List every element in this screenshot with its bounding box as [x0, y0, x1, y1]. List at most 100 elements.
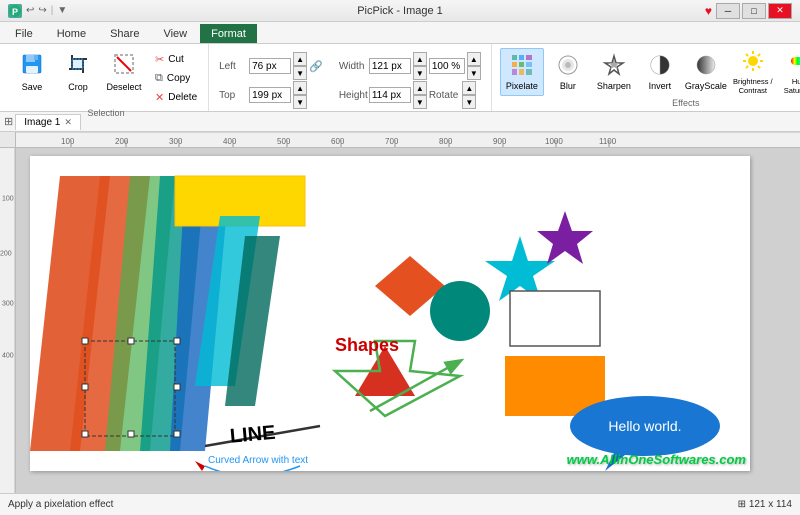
width-label: Width — [339, 61, 367, 72]
size-icon: ⊞ — [738, 499, 746, 510]
top-down-btn[interactable]: ▼ — [293, 95, 307, 109]
undo-btn[interactable]: ↩ — [26, 5, 34, 16]
window-title: PicPick - Image 1 — [357, 5, 443, 17]
invert-label: Invert — [649, 81, 672, 91]
tab-home[interactable]: Home — [46, 24, 97, 43]
maximize-btn[interactable]: □ — [742, 3, 766, 19]
window-controls[interactable]: ─ □ ✕ — [716, 3, 792, 19]
percent-input[interactable] — [429, 58, 465, 74]
sharpen-label: Sharpen — [597, 81, 631, 91]
svg-text:300: 300 — [2, 301, 14, 308]
tab-format[interactable]: Format — [200, 24, 257, 43]
canvas-area: 100 200 300 400 500 600 700 800 900 1000… — [0, 132, 800, 493]
drawing-canvas[interactable]: LINE Shapes Curved Arrow with text Hello… — [30, 156, 750, 471]
delete-btn[interactable]: ✕ Delete — [150, 88, 202, 106]
height-label: Height — [339, 90, 367, 101]
top-up-btn[interactable]: ▲ — [293, 81, 307, 95]
status-bar: Apply a pixelation effect ⊞ 121 x 114 — [0, 493, 800, 515]
pixelate-btn[interactable]: Pixelate — [500, 48, 544, 96]
title-bar: P ↩ ↪ | ▼ PicPick - Image 1 ♥ ─ □ ✕ — [0, 0, 800, 22]
grayscale-icon — [694, 53, 718, 80]
blur-btn[interactable]: Blur — [546, 48, 590, 96]
effects-label: Effects — [672, 98, 699, 108]
ruler-h-svg: 100 200 300 400 500 600 700 800 900 1000… — [16, 132, 800, 148]
delete-icon: ✕ — [155, 91, 164, 104]
top-row: Top ▲ ▼ — [219, 81, 323, 109]
quick-access[interactable]: ▼ — [57, 5, 67, 16]
left-input[interactable] — [249, 58, 291, 74]
tab-label: Image 1 — [24, 117, 60, 128]
close-btn[interactable]: ✕ — [768, 3, 792, 19]
tab-share[interactable]: Share — [99, 24, 150, 43]
rotate-down-btn[interactable]: ▼ — [462, 95, 476, 109]
svg-text:900: 900 — [493, 137, 507, 146]
ribbon-tabs: File Home Share View Format — [0, 22, 800, 44]
save-icon — [21, 53, 43, 81]
svg-text:700: 700 — [385, 137, 399, 146]
deselect-btn[interactable]: Deselect — [102, 48, 146, 96]
tab-close-btn[interactable]: ✕ — [64, 117, 72, 128]
svg-text:Shapes: Shapes — [335, 335, 399, 355]
height-up-btn[interactable]: ▲ — [413, 81, 427, 95]
brightness-btn[interactable]: Brightness / Contrast — [730, 48, 776, 96]
rotate-row: Rotate ▲ ▼ — [429, 81, 476, 109]
crop-btn[interactable]: Crop — [56, 48, 100, 96]
height-down-btn[interactable]: ▼ — [413, 95, 427, 109]
svg-text:800: 800 — [439, 137, 453, 146]
blur-icon — [556, 53, 580, 80]
svg-text:100: 100 — [2, 196, 14, 203]
position-inputs: Left ▲ ▼ 🔗 Top ▲ ▼ — [215, 48, 327, 113]
grid-icon: ⊞ — [4, 115, 13, 128]
pct-up-btn[interactable]: ▲ — [467, 52, 481, 66]
position-group: Left ▲ ▼ 🔗 Top ▲ ▼ — [209, 44, 492, 111]
left-down-btn[interactable]: ▼ — [293, 66, 307, 80]
svg-text:200: 200 — [0, 251, 12, 258]
canvas-tab[interactable]: Image 1 ✕ — [15, 114, 81, 130]
save-btn[interactable]: Save — [10, 48, 54, 96]
ruler-v-svg: 100 200 300 400 — [0, 132, 16, 493]
width-row: Width ▲ ▼ ▲ ▼ — [339, 52, 481, 80]
svg-text:600: 600 — [331, 137, 345, 146]
invert-btn[interactable]: Invert — [638, 48, 682, 96]
width-input[interactable] — [369, 58, 411, 74]
pixelate-icon — [510, 53, 534, 80]
copy-btn[interactable]: ⧉ Copy — [150, 69, 202, 87]
left-up-btn[interactable]: ▲ — [293, 52, 307, 66]
hue-btn[interactable]: Hue / Saturation — [778, 48, 800, 96]
svg-text:P: P — [12, 7, 18, 17]
pct-down-btn[interactable]: ▼ — [467, 66, 481, 80]
brightness-icon — [741, 49, 765, 76]
deselect-icon — [113, 53, 135, 81]
sharpen-icon — [602, 53, 626, 80]
app-icon: P — [8, 4, 22, 18]
heart-icon: ♥ — [705, 4, 712, 18]
svg-text:500: 500 — [277, 137, 291, 146]
svg-text:400: 400 — [223, 137, 237, 146]
grayscale-btn[interactable]: GrayScale — [684, 48, 728, 96]
ruler-vertical: 100 200 300 400 — [0, 132, 16, 493]
shapes-svg: LINE Shapes Curved Arrow with text Hello… — [30, 156, 750, 471]
status-message: Apply a pixelation effect — [8, 499, 113, 510]
hue-label: Hue / Saturation — [781, 77, 800, 95]
height-input[interactable] — [369, 87, 411, 103]
cut-btn[interactable]: ✂ Cut — [150, 50, 202, 68]
svg-text:Curved Arrow with text: Curved Arrow with text — [208, 455, 308, 466]
width-down-btn[interactable]: ▼ — [413, 66, 427, 80]
hue-icon — [789, 49, 800, 76]
tab-file[interactable]: File — [4, 24, 44, 43]
svg-text:300: 300 — [169, 137, 183, 146]
width-up-btn[interactable]: ▲ — [413, 52, 427, 66]
invert-icon — [648, 53, 672, 80]
left-label: Left — [219, 61, 247, 72]
svg-text:1000: 1000 — [545, 137, 563, 146]
minimize-btn[interactable]: ─ — [716, 3, 740, 19]
selection-group: Save Crop Deselect — [4, 44, 209, 111]
redo-btn[interactable]: ↪ — [38, 5, 46, 16]
sharpen-btn[interactable]: Sharpen — [592, 48, 636, 96]
svg-text:400: 400 — [2, 353, 14, 360]
rotate-label: Rotate — [429, 90, 458, 101]
selection-label: Selection — [88, 108, 125, 118]
top-input[interactable] — [249, 87, 291, 103]
tab-view[interactable]: View — [152, 24, 198, 43]
rotate-up-btn[interactable]: ▲ — [462, 81, 476, 95]
